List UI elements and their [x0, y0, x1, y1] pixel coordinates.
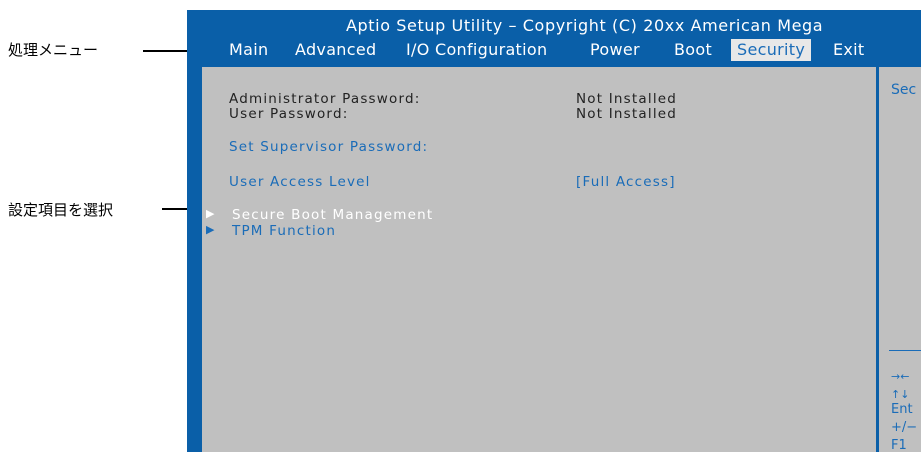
help-panel: Sec →← ↑↓ Ent +/− F1 — [879, 67, 921, 452]
menu-power[interactable]: Power — [584, 39, 646, 61]
settings-panel: Administrator Password: Not Installed Us… — [202, 67, 876, 452]
help-key-change: +/− — [891, 420, 918, 435]
bios-screen: Aptio Setup Utility – Copyright (C) 20xx… — [187, 10, 921, 452]
menu-io-configuration[interactable]: I/O Configuration — [400, 39, 553, 61]
tpm-function[interactable]: TPM Function — [232, 223, 336, 239]
help-key-select-item: ↑↓ — [891, 388, 910, 401]
help-divider — [889, 350, 921, 351]
menu-annotation: 処理メニュー — [8, 41, 99, 59]
menu-bar: Main Advanced I/O Configuration Power Bo… — [187, 39, 921, 61]
help-title: Sec — [891, 82, 917, 98]
admin-password-label: Administrator Password: — [229, 91, 421, 107]
menu-advanced[interactable]: Advanced — [289, 39, 382, 61]
help-key-f1: F1 — [891, 438, 907, 452]
menu-exit[interactable]: Exit — [827, 39, 871, 61]
secure-boot-management[interactable]: Secure Boot Management — [232, 207, 433, 223]
user-password-label: User Password: — [229, 106, 349, 122]
set-supervisor-password[interactable]: Set Supervisor Password: — [229, 139, 428, 155]
user-password-value: Not Installed — [576, 106, 678, 122]
tpm-arrow-icon: ▶ — [206, 223, 215, 236]
select-annotation: 設定項目を選択 — [8, 201, 114, 219]
admin-password-value: Not Installed — [576, 91, 678, 107]
user-access-level[interactable]: User Access Level — [229, 174, 371, 190]
help-key-select-screen: →← — [891, 370, 910, 383]
help-key-enter: Ent — [891, 402, 913, 417]
title-text: Aptio Setup Utility – Copyright (C) 20xx… — [346, 16, 824, 35]
secure-boot-arrow-icon: ▶ — [206, 207, 215, 220]
user-access-level-value[interactable]: [Full Access] — [576, 174, 676, 190]
menu-security[interactable]: Security — [731, 39, 812, 61]
menu-boot[interactable]: Boot — [668, 39, 718, 61]
menu-main[interactable]: Main — [223, 39, 274, 61]
